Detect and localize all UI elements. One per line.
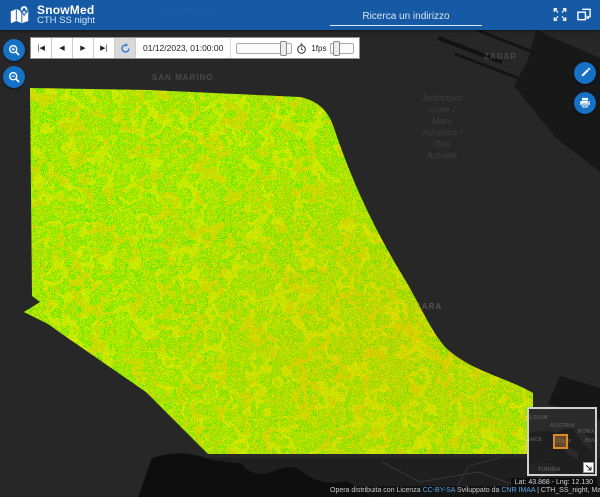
search-input[interactable] — [330, 9, 482, 26]
app-titles: SnowMed CTH SS night — [37, 4, 95, 27]
pencil-icon — [581, 67, 591, 77]
zoom-in-button[interactable] — [3, 39, 25, 61]
minimap-label-austria: AUSTRIA — [550, 423, 576, 429]
app-header: SnowMed CTH SS night — [0, 0, 600, 30]
fps-slider[interactable] — [330, 42, 355, 54]
skip-start-button[interactable]: |◀ — [31, 38, 52, 58]
map-label-san-marino: SAN MARINO — [152, 73, 214, 82]
license-link[interactable]: CC-BY-SA — [423, 487, 455, 494]
svg-text:Deti: Deti — [434, 139, 451, 149]
minimap-label-tunisia: TUNISIA — [538, 467, 561, 473]
refresh-icon — [120, 42, 130, 53]
attribution-bar: Opera distribuita con Licenza CC-BY-SA S… — [325, 486, 600, 497]
developer-link[interactable]: CNR IMAA — [501, 487, 535, 494]
minimap-extent-box[interactable] — [553, 434, 568, 449]
minimap-label-france: FRANCE — [529, 437, 543, 443]
windows-icon — [576, 8, 591, 21]
fullscreen-button[interactable] — [551, 7, 568, 23]
step-back-button[interactable]: ◀ — [52, 38, 73, 58]
svg-text:Adriatik: Adriatik — [426, 151, 458, 161]
zoom-out-button[interactable] — [3, 66, 25, 88]
printer-icon — [580, 97, 590, 109]
windows-button[interactable] — [575, 7, 592, 23]
loop-refresh-button[interactable] — [115, 38, 136, 58]
map-label-zadar: ZADAR — [484, 52, 517, 61]
svg-text:Jadransko: Jadransko — [420, 93, 463, 103]
play-button[interactable]: ▶ — [73, 38, 94, 58]
app-subtitle: CTH SS night — [37, 15, 96, 27]
collapse-arrow-icon — [585, 464, 592, 471]
minimap-label-belgium: BELGIUM — [529, 415, 548, 421]
zoom-in-icon — [8, 44, 20, 56]
fps-label: 1fps — [311, 43, 327, 53]
attribution-text-2: Sviluppato da — [455, 487, 502, 494]
timeline-toolbar: |◀ ◀ ▶ ▶| 01/12/2023, 01:00:00 1fps — [30, 37, 361, 59]
minimap-toggle-button[interactable] — [583, 462, 594, 473]
time-slider[interactable] — [236, 42, 293, 54]
svg-text:Adriatico /: Adriatico / — [421, 128, 464, 138]
zoom-out-icon — [8, 71, 20, 83]
timeline-datetime: 01/12/2023, 01:00:00 — [136, 38, 232, 58]
map-canvas[interactable]: RAVENNA SAN MARINO ZADAR PESCARA Jadrans… — [0, 0, 600, 497]
overview-minimap[interactable]: BELGIUM FRANCE AUSTRIA ROMANIA BULGARIA … — [527, 407, 597, 476]
svg-text:more /: more / — [429, 105, 456, 115]
print-button[interactable] — [574, 92, 596, 114]
minimap-label-bulgaria: BULGARIA — [585, 438, 597, 444]
address-search — [330, 6, 482, 26]
svg-text:Mare: Mare — [432, 116, 453, 126]
draw-button[interactable] — [574, 62, 596, 84]
fullscreen-icon — [553, 8, 566, 21]
clock-icon — [297, 42, 307, 54]
map-pin-icon — [10, 5, 29, 24]
attribution-text-1: Opera distribuita con Licenza — [330, 487, 423, 494]
app-window: RAVENNA SAN MARINO ZADAR PESCARA Jadrans… — [0, 0, 600, 497]
minimap-label-romania: ROMANIA — [578, 429, 595, 435]
skip-end-button[interactable]: ▶| — [94, 38, 115, 58]
attribution-text-3: | CTH_SS_night, Map tiles by Carto, — [537, 487, 600, 494]
